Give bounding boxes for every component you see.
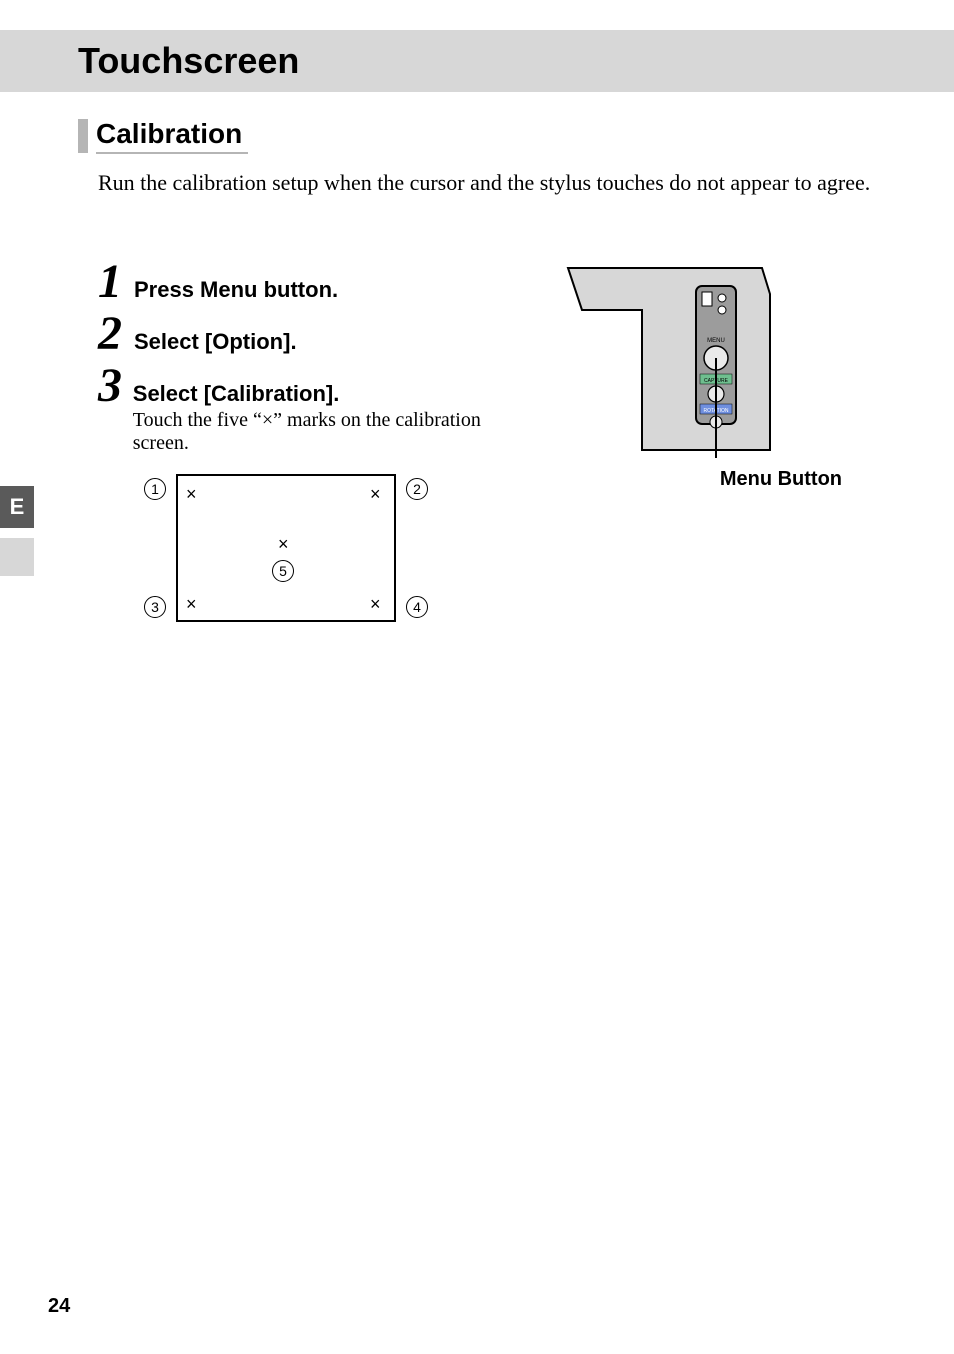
step-3-desc: Touch the five “×” marks on the calibrat…	[133, 409, 528, 455]
device-illustration: MENU CAPTURE ROTATION	[562, 262, 778, 458]
step-3-number: 3	[98, 362, 133, 410]
step-1: 1 Press Menu button.	[98, 258, 528, 306]
step-3: 3 Select [Calibration]. Touch the five “…	[98, 362, 528, 455]
calibration-label-4: 4	[406, 596, 428, 618]
calibration-x-bottom-right: ×	[370, 594, 381, 615]
step-1-number: 1	[98, 258, 134, 306]
device-illustration-block: MENU CAPTURE ROTATION Menu Button	[562, 262, 862, 491]
calibration-label-1: 1	[144, 478, 166, 500]
step-2-number: 2	[98, 310, 134, 358]
subheader-accent-bar	[78, 119, 88, 153]
calibration-label-5: 5	[272, 560, 294, 582]
svg-text:MENU: MENU	[707, 338, 725, 344]
calibration-x-top-right: ×	[370, 484, 381, 505]
intro-text: Run the calibration setup when the curso…	[98, 170, 870, 196]
step-2: 2 Select [Option].	[98, 310, 528, 358]
calibration-x-center: ×	[278, 534, 289, 555]
calibration-label-3: 3	[144, 596, 166, 618]
page-title-band: Touchscreen	[0, 30, 954, 92]
menu-button-label: Menu Button	[562, 468, 842, 491]
page-title: Touchscreen	[78, 40, 299, 82]
steps-list: 1 Press Menu button. 2 Select [Option]. …	[98, 258, 528, 459]
side-tab: E	[0, 486, 34, 528]
step-2-title: Select [Option].	[134, 329, 297, 355]
calibration-label-2: 2	[406, 478, 428, 500]
side-tab-letter: E	[10, 494, 25, 520]
side-tab-gap	[0, 538, 34, 576]
section-heading: Calibration	[96, 118, 248, 154]
calibration-diagram: × × × × × 1 2 3 4 5	[140, 474, 470, 644]
step-1-title: Press Menu button.	[134, 277, 338, 303]
calibration-x-bottom-left: ×	[186, 594, 197, 615]
step-3-title: Select [Calibration].	[133, 381, 528, 407]
calibration-x-top-left: ×	[186, 484, 197, 505]
page-number: 24	[48, 1295, 70, 1318]
subheader-row: Calibration	[78, 118, 248, 154]
